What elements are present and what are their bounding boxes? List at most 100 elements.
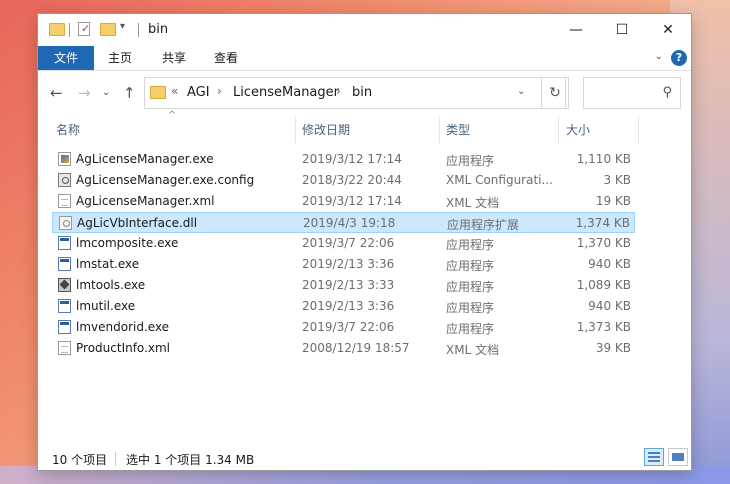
- breadcrumb-overflow[interactable]: «: [171, 84, 178, 98]
- minimize-button[interactable]: —: [553, 14, 599, 46]
- file-name: AgLicenseManager.exe: [76, 152, 214, 166]
- details-view-icon[interactable]: [644, 448, 664, 466]
- chevron-right-icon[interactable]: ›: [336, 84, 341, 98]
- file-row[interactable]: AgLicenseManager.xml 2019/3/12 17:14 XML…: [52, 191, 635, 212]
- file-type: XML Configurati...: [446, 173, 553, 187]
- breadcrumb-licensemanager[interactable]: LicenseManager: [233, 85, 339, 100]
- up-button[interactable]: ↑: [123, 84, 136, 102]
- column-divider[interactable]: [439, 117, 440, 143]
- window-title: bin: [148, 22, 169, 37]
- file-size: 1,089 KB: [576, 278, 631, 292]
- file-name: lmstat.exe: [76, 257, 140, 271]
- customize-quick-access-icon[interactable]: ▾: [120, 21, 125, 32]
- file-type: 应用程序: [446, 322, 495, 336]
- application-icon: [58, 152, 71, 166]
- properties-icon[interactable]: ✓: [78, 22, 90, 36]
- column-divider[interactable]: [558, 117, 559, 143]
- selection-info: 选中 1 个项目 1.34 MB: [126, 453, 255, 467]
- column-divider[interactable]: [638, 117, 639, 143]
- file-row[interactable]: lmutil.exe 2019/2/13 3:36 应用程序 940 KB: [52, 296, 635, 317]
- file-row[interactable]: AgLicenseManager.exe 2019/3/12 17:14 应用程…: [52, 149, 635, 170]
- executable-icon: [58, 236, 71, 250]
- title-bar: ✓ ▾ bin — ☐ ✕: [38, 14, 691, 46]
- tools-icon: [58, 278, 71, 292]
- file-size: 39 KB: [595, 341, 631, 355]
- tab-share[interactable]: 共享: [162, 46, 186, 70]
- file-size: 940 KB: [588, 257, 631, 271]
- file-type: XML 文档: [446, 343, 500, 357]
- search-icon: ⚲: [662, 85, 672, 100]
- file-type: 应用程序: [446, 259, 495, 273]
- file-name: AgLicenseManager.xml: [76, 194, 215, 208]
- file-size: 940 KB: [588, 299, 631, 313]
- executable-icon: [58, 320, 71, 334]
- file-row[interactable]: AgLicenseManager.exe.config 2018/3/22 20…: [52, 170, 635, 191]
- divider: [69, 23, 70, 37]
- file-date: 2019/3/12 17:14: [302, 194, 402, 208]
- large-icons-view-icon[interactable]: [668, 448, 688, 466]
- file-name: lmutil.exe: [76, 299, 136, 313]
- file-size: 3 KB: [603, 173, 631, 187]
- breadcrumb-agi[interactable]: AGI: [187, 85, 210, 100]
- forward-button[interactable]: →: [78, 84, 91, 102]
- file-type: XML 文档: [446, 196, 500, 210]
- folder-icon: [150, 86, 166, 99]
- document-icon: [58, 341, 71, 355]
- column-header-size[interactable]: 大小: [566, 119, 590, 141]
- column-divider[interactable]: [295, 117, 296, 143]
- file-name: lmvendorid.exe: [76, 320, 170, 334]
- folder-icon[interactable]: [49, 23, 65, 36]
- maximize-button[interactable]: ☐: [599, 14, 645, 46]
- divider: [138, 23, 139, 37]
- new-folder-icon[interactable]: [100, 23, 116, 36]
- file-name: AgLicVbInterface.dll: [77, 216, 198, 230]
- tab-view[interactable]: 查看: [214, 46, 238, 70]
- help-icon[interactable]: ?: [671, 50, 687, 66]
- file-name: lmtools.exe: [76, 278, 146, 292]
- sort-indicator-icon: ^: [168, 110, 177, 121]
- column-header-name[interactable]: 名称: [56, 119, 80, 141]
- file-date: 2008/12/19 18:57: [302, 341, 410, 355]
- file-type: 应用程序: [446, 154, 495, 168]
- file-date: 2018/3/22 20:44: [302, 173, 402, 187]
- file-date: 2019/4/3 19:18: [303, 216, 396, 230]
- file-row[interactable]: ProductInfo.xml 2008/12/19 18:57 XML 文档 …: [52, 338, 635, 359]
- file-row-selected[interactable]: AgLicVbInterface.dll 2019/4/3 19:18 应用程序…: [52, 212, 635, 233]
- executable-icon: [58, 299, 71, 313]
- file-date: 2019/3/12 17:14: [302, 152, 402, 166]
- tab-home[interactable]: 主页: [108, 46, 132, 70]
- file-row[interactable]: lmtools.exe 2019/2/13 3:33 应用程序 1,089 KB: [52, 275, 635, 296]
- refresh-button[interactable]: ↻: [541, 77, 569, 109]
- search-input[interactable]: ⚲: [583, 77, 681, 109]
- ribbon-tabs: 文件 主页 共享 查看 ⌄ ?: [38, 46, 691, 71]
- file-size: 1,374 KB: [575, 216, 630, 230]
- file-type: 应用程序扩展: [447, 218, 520, 232]
- divider: [115, 452, 116, 466]
- executable-icon: [58, 257, 71, 271]
- file-row[interactable]: lmvendorid.exe 2019/3/7 22:06 应用程序 1,373…: [52, 317, 635, 338]
- address-bar[interactable]: « AGI › LicenseManager › bin ⌄: [144, 77, 566, 109]
- file-size: 1,110 KB: [576, 152, 631, 166]
- file-name: AgLicenseManager.exe.config: [76, 173, 255, 187]
- chevron-right-icon[interactable]: ›: [217, 84, 222, 98]
- breadcrumb-bin[interactable]: bin: [352, 85, 372, 100]
- column-header-date[interactable]: 修改日期: [302, 119, 350, 141]
- tab-file[interactable]: 文件: [38, 46, 94, 70]
- file-row[interactable]: lmstat.exe 2019/2/13 3:36 应用程序 940 KB: [52, 254, 635, 275]
- file-name: ProductInfo.xml: [76, 341, 171, 355]
- address-dropdown-icon[interactable]: ⌄: [517, 86, 525, 97]
- expand-ribbon-icon[interactable]: ⌄: [655, 51, 663, 62]
- dll-file-icon: [59, 216, 72, 230]
- file-type: 应用程序: [446, 301, 495, 315]
- file-date: 2019/3/7 22:06: [302, 320, 395, 334]
- file-row[interactable]: lmcomposite.exe 2019/3/7 22:06 应用程序 1,37…: [52, 233, 635, 254]
- file-type: 应用程序: [446, 280, 495, 294]
- file-size: 1,373 KB: [576, 320, 631, 334]
- file-date: 2019/2/13 3:36: [302, 257, 395, 271]
- close-button[interactable]: ✕: [645, 14, 691, 46]
- file-size: 19 KB: [595, 194, 631, 208]
- item-count: 10 个项目: [52, 453, 108, 467]
- back-button[interactable]: ←: [50, 84, 63, 102]
- column-header-type[interactable]: 类型: [446, 119, 470, 141]
- recent-locations-button[interactable]: ⌄: [102, 87, 110, 98]
